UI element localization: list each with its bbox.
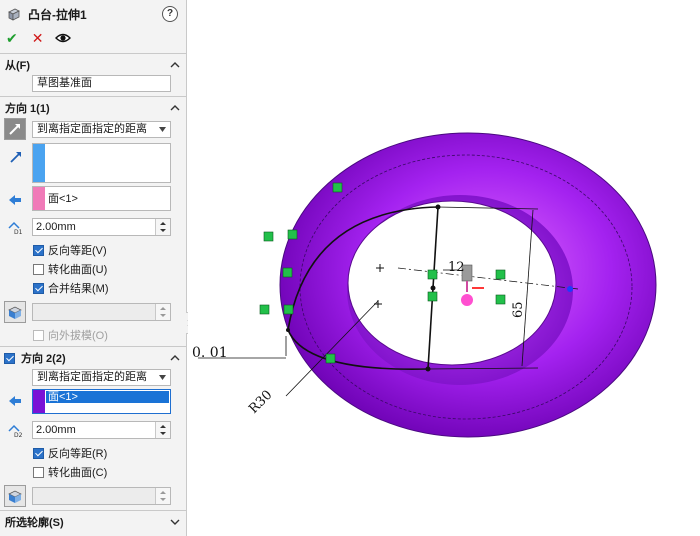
- selection-color-swatch: [33, 144, 45, 182]
- spinner-arrows[interactable]: [155, 422, 170, 438]
- from-select-value: 草图基准面: [37, 77, 92, 89]
- from-select[interactable]: 草图基准面: [32, 75, 171, 92]
- checkbox-label: 反向等距(R): [48, 448, 108, 460]
- direction2-end-condition-value: 到离指定面指定的距离: [37, 371, 147, 383]
- height-dimension-label[interactable]: 65: [511, 301, 526, 318]
- preview-eye-icon[interactable]: [55, 32, 72, 44]
- model-canvas[interactable]: 0. 01 R30 65 12: [188, 0, 700, 536]
- help-icon[interactable]: ?: [162, 6, 178, 22]
- direction2-distance-value: 2.00mm: [36, 424, 76, 436]
- direction2-translate-surface-checkbox[interactable]: 转化曲面(C): [33, 464, 107, 480]
- extrude-boss-icon: [8, 8, 20, 21]
- reverse-direction-button[interactable]: [4, 118, 26, 140]
- divider: [0, 510, 186, 511]
- checkbox-label: 向外拔模(O): [48, 330, 108, 342]
- offset-distance-icon: D1: [8, 221, 23, 235]
- reverse-direction-icon: [9, 124, 20, 135]
- checkbox-label: 合并结果(M): [48, 283, 109, 295]
- checkbox-unchecked[interactable]: [33, 329, 44, 341]
- direction1-distance-value: 2.00mm: [36, 221, 76, 233]
- chevron-up-icon[interactable]: [170, 103, 180, 113]
- property-manager-panel: 凸台-拉伸1 ? ✔ ✕ 从(F) 草图基准面 方向 1(1) 到离指定面指定的…: [0, 0, 187, 536]
- chevron-up-icon[interactable]: [170, 60, 180, 70]
- from-header-label: 从(F): [5, 60, 31, 72]
- selection-color-swatch: [33, 187, 45, 210]
- checkbox-unchecked[interactable]: [33, 263, 44, 275]
- direction1-translate-surface-checkbox[interactable]: 转化曲面(U): [33, 261, 107, 277]
- direction1-vector-selection-box[interactable]: [32, 143, 171, 183]
- direction-vector-icon: [10, 152, 21, 163]
- direction2-section-header[interactable]: 方向 2(2): [0, 348, 186, 368]
- from-section-header[interactable]: 从(F): [0, 55, 186, 75]
- action-bar: ✔ ✕: [0, 28, 186, 48]
- direction1-distance-spinbox[interactable]: 2.00mm: [32, 218, 171, 236]
- checkbox-label: 转化曲面(C): [48, 467, 108, 479]
- spinner-arrows[interactable]: [155, 219, 170, 235]
- merge-result-checkbox[interactable]: 合并结果(M): [33, 280, 109, 296]
- direction1-section-header[interactable]: 方向 1(1): [0, 98, 186, 118]
- radius-dimension-label[interactable]: R30: [246, 388, 275, 417]
- draft-toggle-button[interactable]: [4, 301, 26, 323]
- face-offset-icon: [9, 195, 21, 205]
- svg-text:D1: D1: [14, 229, 23, 235]
- direction2-face-selection-box[interactable]: 面<1>: [32, 389, 171, 414]
- checkbox-checked[interactable]: [33, 447, 44, 459]
- chevron-down-icon[interactable]: [170, 517, 180, 527]
- small-dimension-label[interactable]: 12: [448, 260, 465, 275]
- draft-icon: [8, 306, 22, 319]
- direction2-end-condition-select[interactable]: 到离指定面指定的距离: [32, 369, 171, 386]
- dropdown-arrow-icon: [159, 375, 166, 380]
- spinner-arrows[interactable]: [155, 488, 170, 504]
- direction2-distance-spinbox[interactable]: 2.00mm: [32, 421, 171, 439]
- axis-endpoint: [567, 286, 573, 292]
- direction2-reverse-offset-checkbox[interactable]: 反向等距(R): [33, 445, 107, 461]
- dropdown-arrow-icon: [159, 127, 166, 132]
- draft-toggle-button[interactable]: [4, 485, 26, 507]
- draft-icon: [8, 490, 22, 503]
- direction1-face-selection-box[interactable]: 面<1>: [32, 186, 171, 211]
- feature-title: 凸台-拉伸1: [28, 7, 87, 22]
- checkbox-label: 转化曲面(U): [48, 264, 108, 276]
- divider: [0, 96, 186, 97]
- divider: [0, 346, 186, 347]
- draft-outward-checkbox[interactable]: 向外拔模(O): [33, 327, 108, 343]
- direction1-face-item[interactable]: 面<1>: [48, 190, 78, 206]
- selection-color-swatch: [33, 390, 45, 413]
- direction1-end-condition-value: 到离指定面指定的距离: [37, 123, 147, 135]
- direction1-reverse-offset-checkbox[interactable]: 反向等距(V): [33, 242, 107, 258]
- spinner-arrows[interactable]: [155, 304, 170, 320]
- feature-title-bar: 凸台-拉伸1 ?: [0, 0, 186, 28]
- face-offset-icon: [9, 396, 21, 406]
- checkbox-checked[interactable]: [33, 244, 44, 256]
- direction1-end-condition-select[interactable]: 到离指定面指定的距离: [32, 121, 171, 138]
- selected-contours-section-header[interactable]: 所选轮廓(S): [0, 512, 186, 532]
- draft-angle-spinbox[interactable]: [32, 303, 171, 321]
- direction1-header-label: 方向 1(1): [5, 103, 50, 115]
- checkbox-label: 反向等距(V): [48, 245, 107, 257]
- checkbox-checked[interactable]: [33, 282, 44, 294]
- chevron-up-icon[interactable]: [170, 353, 180, 363]
- checkbox-unchecked[interactable]: [33, 466, 44, 478]
- offset-distance-icon: D2: [8, 424, 23, 438]
- cancel-button[interactable]: ✕: [32, 31, 44, 45]
- direction2-enable-checkbox[interactable]: [4, 352, 15, 364]
- direction2-face-item[interactable]: 面<1>: [48, 391, 78, 403]
- divider: [0, 53, 186, 54]
- graphics-viewport[interactable]: 0. 01 R30 65 12: [188, 0, 700, 536]
- svg-text:D2: D2: [14, 432, 23, 438]
- contours-header-label: 所选轮廓(S): [5, 517, 64, 529]
- ok-button[interactable]: ✔: [6, 31, 18, 45]
- offset-dimension-label[interactable]: 0. 01: [192, 345, 228, 361]
- draft-angle-spinbox[interactable]: [32, 487, 171, 505]
- direction2-header-label: 方向 2(2): [21, 353, 66, 365]
